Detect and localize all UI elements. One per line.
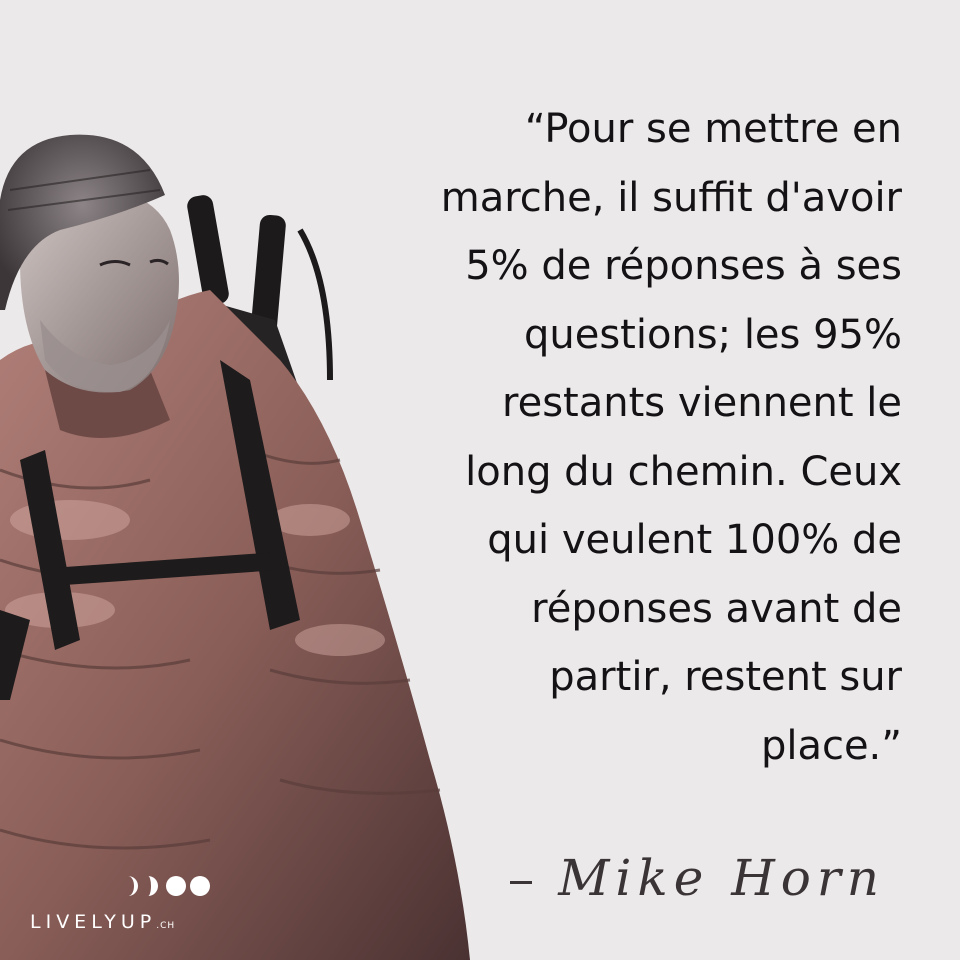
quote-line: restants viennent le <box>502 380 902 426</box>
brand-name: LIVELYUP <box>30 911 157 933</box>
quote-attribution: Mike Horn <box>510 838 885 918</box>
quote-line: réponses avant de <box>531 585 902 632</box>
livelyup-logo: LIVELYUP.CH <box>30 874 260 944</box>
attribution-dash <box>510 880 533 884</box>
quote-line: qui veulent 100% de <box>487 517 902 563</box>
author-name: Mike Horn <box>558 849 885 907</box>
quote-line: long du chemin. Ceux <box>465 448 902 495</box>
quote-line: 5% de réponses à ses <box>465 243 902 289</box>
quote-line: place.” <box>760 722 902 769</box>
quote-line: questions; les 95% <box>523 311 902 358</box>
quote-line: marche, il suffit d'avoir <box>440 174 902 221</box>
quote-text: “Pour se mettre en marche, il suffit d'a… <box>342 95 902 780</box>
quote-line: partir, restent sur <box>549 654 902 700</box>
brand-tld: .CH <box>156 921 176 931</box>
brand-wordmark: LIVELYUP.CH <box>30 911 175 933</box>
quote-card: “Pour se mettre en marche, il suffit d'a… <box>0 0 960 960</box>
moon-phases-icon <box>128 876 210 896</box>
quote-line: “Pour se mettre en <box>524 106 902 152</box>
